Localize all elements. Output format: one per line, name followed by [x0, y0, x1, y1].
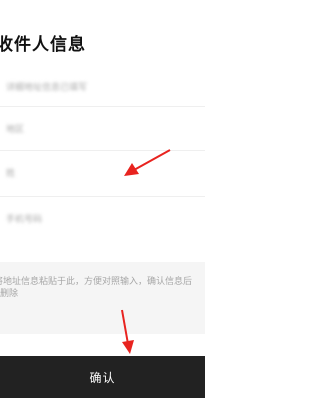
- divider: [0, 106, 205, 107]
- paste-placeholder: 将地址信息粘贴于此，方便对照输入，确认信息后删除: [0, 277, 193, 299]
- phone-value: 手机号码: [6, 215, 43, 225]
- paste-address-textarea[interactable]: 将地址信息粘贴于此，方便对照输入，确认信息后删除: [0, 262, 205, 334]
- region-field[interactable]: 地区: [0, 108, 205, 148]
- divider: [0, 150, 205, 151]
- address-field[interactable]: 详细地址信息已填写: [0, 66, 205, 106]
- confirm-button[interactable]: 确认: [0, 356, 205, 398]
- region-value: 地区: [6, 125, 25, 135]
- page-title: 收件人信息: [0, 35, 86, 55]
- name-field[interactable]: 姓: [0, 152, 205, 192]
- divider: [0, 196, 205, 197]
- address-value: 详细地址信息已填写: [6, 83, 88, 93]
- red-arrow-annotation: [121, 309, 134, 354]
- red-arrow-annotation: [124, 149, 171, 176]
- phone-field[interactable]: 手机号码: [0, 198, 205, 238]
- name-value: 姓: [6, 169, 16, 179]
